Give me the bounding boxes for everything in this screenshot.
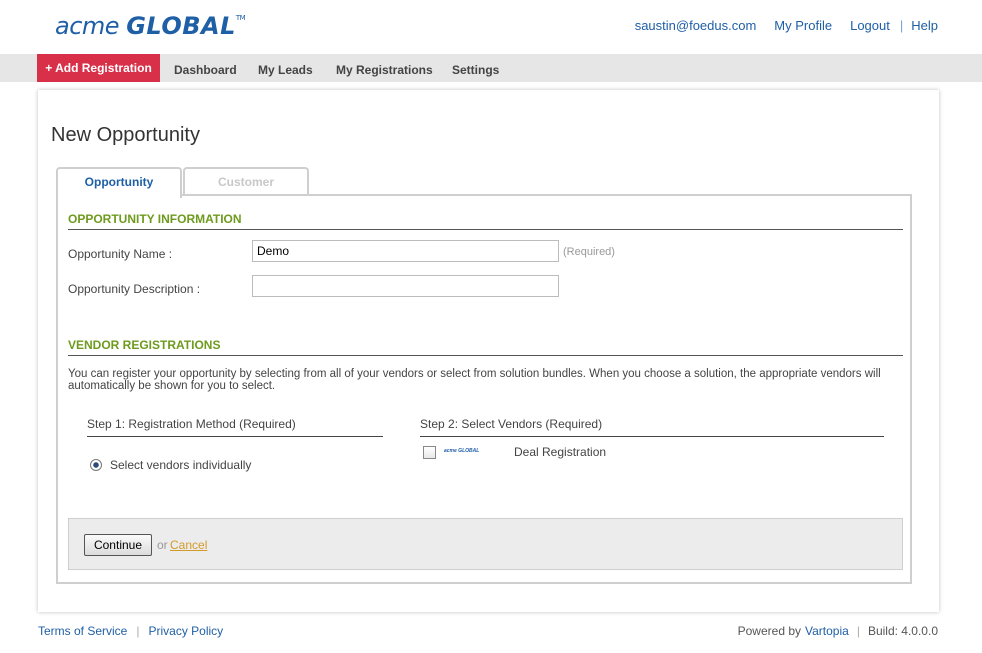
vendor-option[interactable]: acme GLOBAL Deal Registration bbox=[423, 445, 606, 459]
vendor-checkbox[interactable] bbox=[423, 445, 436, 459]
powered-by-text: Powered by bbox=[737, 624, 801, 638]
logo-word-acme: acme bbox=[55, 12, 120, 40]
opportunity-name-label: Opportunity Name : bbox=[68, 247, 173, 261]
nav-dashboard[interactable]: Dashboard bbox=[174, 54, 237, 82]
tab-customer[interactable]: Customer bbox=[183, 167, 309, 196]
nav-my-leads[interactable]: My Leads bbox=[258, 54, 313, 82]
footer-separator: | bbox=[136, 624, 140, 638]
vartopia-link[interactable]: Vartopia bbox=[805, 624, 849, 638]
build-version: Build: 4.0.0.0 bbox=[867, 624, 938, 638]
tab-opportunity[interactable]: Opportunity bbox=[56, 167, 182, 198]
continue-button[interactable]: Continue bbox=[84, 534, 152, 556]
tab-content: OPPORTUNITY INFORMATION Opportunity Name… bbox=[56, 194, 912, 584]
logo-trademark: TM bbox=[235, 14, 246, 22]
page-title: New Opportunity bbox=[51, 124, 200, 146]
nav-settings[interactable]: Settings bbox=[452, 54, 499, 82]
add-registration-button[interactable]: + Add Registration bbox=[37, 54, 160, 82]
vendor-logo: acme GLOBAL bbox=[444, 447, 480, 454]
privacy-policy-link[interactable]: Privacy Policy bbox=[148, 624, 223, 638]
step1-heading: Step 1: Registration Method (Required) bbox=[87, 417, 383, 437]
footer-links: Terms of Service | Privacy Policy bbox=[38, 624, 223, 638]
terms-of-service-link[interactable]: Terms of Service bbox=[38, 624, 127, 638]
acme-global-logo[interactable]: acme GLOBALTM bbox=[55, 12, 246, 40]
footer-info: Powered by Vartopia | Build: 4.0.0.0 bbox=[738, 624, 938, 638]
main-nav-bar: + Add Registration Dashboard My Leads My… bbox=[0, 54, 982, 82]
vendor-registrations-description: You can register your opportunity by sel… bbox=[68, 368, 881, 392]
top-links: saustin@foedus.com My Profile Logout | H… bbox=[635, 18, 938, 33]
form-action-bar: Continue or Cancel bbox=[68, 518, 903, 570]
vendor-program-name: Deal Registration bbox=[514, 445, 607, 459]
logo-word-global: GLOBAL bbox=[126, 12, 236, 40]
opportunity-name-required-hint: (Required) bbox=[563, 246, 615, 258]
step2-heading: Step 2: Select Vendors (Required) bbox=[420, 417, 884, 437]
opportunity-description-label: Opportunity Description : bbox=[68, 282, 201, 296]
nav-my-registrations[interactable]: My Registrations bbox=[336, 54, 433, 82]
registration-method-option[interactable]: Select vendors individually bbox=[90, 458, 251, 472]
or-text: or bbox=[157, 538, 168, 552]
top-links-separator: | bbox=[899, 18, 904, 33]
help-link[interactable]: Help bbox=[911, 18, 938, 33]
select-vendors-individually-radio[interactable] bbox=[90, 459, 102, 471]
vendor-registrations-heading: VENDOR REGISTRATIONS bbox=[68, 338, 903, 356]
cancel-link[interactable]: Cancel bbox=[170, 538, 207, 552]
user-email-link[interactable]: saustin@foedus.com bbox=[635, 18, 757, 33]
opportunity-description-input[interactable] bbox=[252, 275, 559, 297]
opportunity-information-heading: OPPORTUNITY INFORMATION bbox=[68, 212, 903, 230]
select-vendors-individually-label: Select vendors individually bbox=[110, 458, 252, 472]
logout-link[interactable]: Logout bbox=[850, 18, 890, 33]
main-panel: New Opportunity Opportunity Customer OPP… bbox=[38, 90, 939, 612]
my-profile-link[interactable]: My Profile bbox=[774, 18, 832, 33]
opportunity-name-input[interactable] bbox=[252, 240, 559, 262]
footer-info-separator: | bbox=[856, 624, 860, 638]
